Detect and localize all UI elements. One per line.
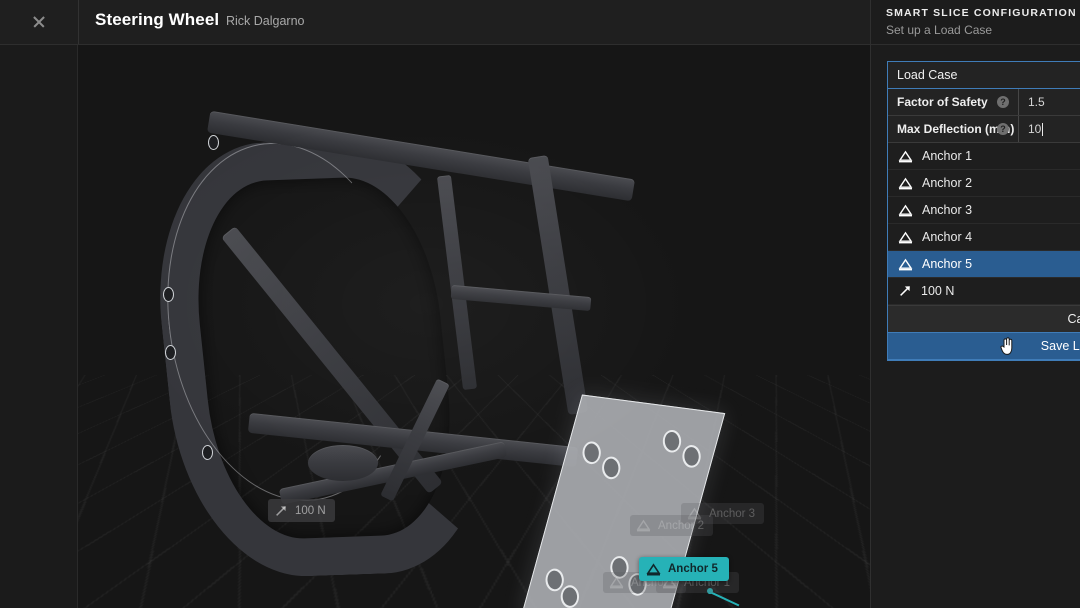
- panel-title: SMART SLICE CONFIGURATION: [886, 7, 1077, 19]
- anchor-icon: [609, 576, 624, 589]
- viewport-tag-label: 100 N: [295, 505, 326, 517]
- list-item-label: 100 N: [921, 284, 954, 298]
- list-item-label: Anchor 4: [922, 230, 972, 244]
- anchor-icon: [898, 231, 913, 244]
- field-row-factor-of-safety: Factor of Safety ? 1.5: [888, 89, 1080, 116]
- list-item-label: Anchor 3: [922, 203, 972, 217]
- max-deflection-input[interactable]: 10: [1019, 116, 1080, 142]
- viewport-tag-label: Anchor 3: [709, 508, 755, 520]
- load-case-dialog: Load Case Factor of Safety ? 1.5 Max Def…: [887, 61, 1080, 361]
- help-icon[interactable]: ?: [997, 123, 1009, 135]
- 3d-viewport[interactable]: Anchor 3 Anchor 2 Anchor 4 Anchor 1: [78, 45, 870, 608]
- left-toolbar-rail: [0, 45, 78, 608]
- document-author: Rick Dalgarno: [226, 14, 305, 28]
- anchor-icon: [636, 519, 651, 532]
- viewport-tag-label: Anchor 5: [668, 563, 718, 575]
- top-bar: Steering Wheel Rick Dalgarno: [0, 0, 870, 45]
- close-icon: [32, 15, 46, 29]
- field-row-max-deflection: Max Deflection (mm) ? 10: [888, 116, 1080, 143]
- plate-hole: [600, 453, 623, 482]
- rim-hole: [202, 445, 213, 460]
- list-item-label: Anchor 1: [922, 149, 972, 163]
- viewport-tag-label: Anchor 2: [658, 520, 704, 532]
- force-arrow-icon: [274, 504, 288, 518]
- force-arrow-icon: [898, 284, 912, 298]
- viewport-tag-anchor-5[interactable]: Anchor 5: [639, 557, 729, 581]
- panel-subtitle: Set up a Load Case: [886, 23, 992, 37]
- panel-header: SMART SLICE CONFIGURATION Set up a Load …: [871, 0, 1080, 45]
- plate-hole: [580, 438, 603, 467]
- smart-slice-app: Steering Wheel Rick Dalgarno: [0, 0, 1080, 608]
- max-deflection-label: Max Deflection (mm) ?: [888, 116, 1019, 142]
- anchor-icon: [898, 258, 913, 271]
- anchor-icon: [898, 204, 913, 217]
- factor-of-safety-label: Factor of Safety ?: [888, 89, 1019, 115]
- right-panel: SMART SLICE CONFIGURATION Set up a Load …: [870, 0, 1080, 608]
- list-item-anchor-1[interactable]: Anchor 1: [888, 143, 1080, 170]
- dialog-title: Load Case: [888, 62, 1080, 89]
- list-item-force[interactable]: 100 N: [888, 278, 1080, 305]
- factor-of-safety-value: 1.5: [1028, 95, 1045, 109]
- max-deflection-value: 10: [1028, 122, 1041, 136]
- anchor-icon: [898, 177, 913, 190]
- help-icon[interactable]: ?: [997, 96, 1009, 108]
- list-item-label: Anchor 2: [922, 176, 972, 190]
- save-load-case-button[interactable]: Save Load Case: [888, 332, 1080, 360]
- hub-boss: [308, 445, 378, 481]
- list-item-anchor-3[interactable]: Anchor 3: [888, 197, 1080, 224]
- cancel-button[interactable]: Cancel: [888, 305, 1080, 332]
- frame-right-bar: [528, 155, 588, 415]
- rim-hole: [208, 135, 219, 150]
- factor-of-safety-input[interactable]: 1.5: [1019, 89, 1080, 115]
- plate-hole: [680, 442, 703, 471]
- list-item-label: Anchor 5: [922, 257, 972, 271]
- rim-hole: [163, 287, 174, 302]
- anchor-icon: [646, 563, 661, 576]
- anchor-icon: [898, 150, 913, 163]
- close-button[interactable]: [0, 0, 79, 44]
- plate-hole: [660, 427, 683, 456]
- text-caret: [1042, 123, 1043, 136]
- list-item-anchor-2[interactable]: Anchor 2: [888, 170, 1080, 197]
- field-label-text: Factor of Safety: [897, 95, 988, 109]
- list-item-anchor-4[interactable]: Anchor 4: [888, 224, 1080, 251]
- page-title: Steering Wheel: [95, 10, 219, 30]
- list-item-anchor-5[interactable]: Anchor 5: [888, 251, 1080, 278]
- rim-hole: [165, 345, 176, 360]
- viewport-tag-anchor-2[interactable]: Anchor 2: [630, 515, 713, 536]
- viewport-tag-force[interactable]: 100 N: [268, 499, 335, 522]
